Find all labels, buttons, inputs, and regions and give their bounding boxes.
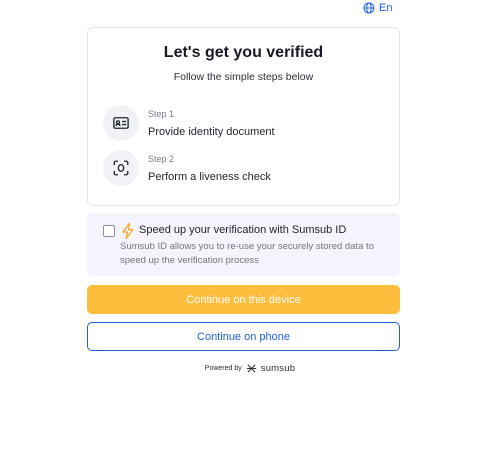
sumsub-id-checkbox[interactable]	[103, 225, 115, 237]
step-2-icon-circle	[103, 150, 139, 186]
language-selector[interactable]: En	[363, 2, 392, 14]
powered-by-label: Powered by	[204, 365, 242, 372]
step-1-title: Provide identity document	[148, 125, 275, 138]
continue-on-phone-button[interactable]: Continue on phone	[87, 322, 400, 351]
id-card-icon	[113, 117, 129, 129]
step-2-label: Step 2	[148, 153, 175, 164]
lightning-icon	[122, 223, 134, 239]
step-item-2: Step 2 Perform a liveness check	[103, 150, 271, 186]
page-title: Let's get you verified	[163, 44, 324, 61]
sumsub-logo-icon	[246, 364, 256, 373]
continue-on-device-button[interactable]: Continue on this device	[87, 285, 400, 314]
sumsub-id-option: Speed up your verification with Sumsub I…	[87, 213, 400, 276]
verification-page: En Let's get you verified Follow the sim…	[0, 0, 500, 458]
face-scan-icon	[113, 160, 129, 176]
sumsub-id-description: Sumsub ID allows you to re-use your secu…	[120, 241, 374, 266]
globe-icon	[363, 2, 375, 14]
powered-by-footer: Powered by sumsub	[0, 363, 500, 374]
sumsub-id-title: Speed up your verification with Sumsub I…	[139, 224, 347, 236]
sumsub-brand-text: sumsub	[260, 363, 296, 374]
language-label: En	[379, 2, 393, 14]
step-item-1: Step 1 Provide identity document	[103, 105, 275, 141]
step-1-label: Step 1	[148, 108, 175, 119]
step-1-icon-circle	[103, 105, 139, 141]
step-2-title: Perform a liveness check	[148, 170, 271, 183]
page-subtitle: Follow the simple steps below	[173, 71, 314, 83]
steps-card: Let's get you verified Follow the simple…	[87, 27, 400, 206]
